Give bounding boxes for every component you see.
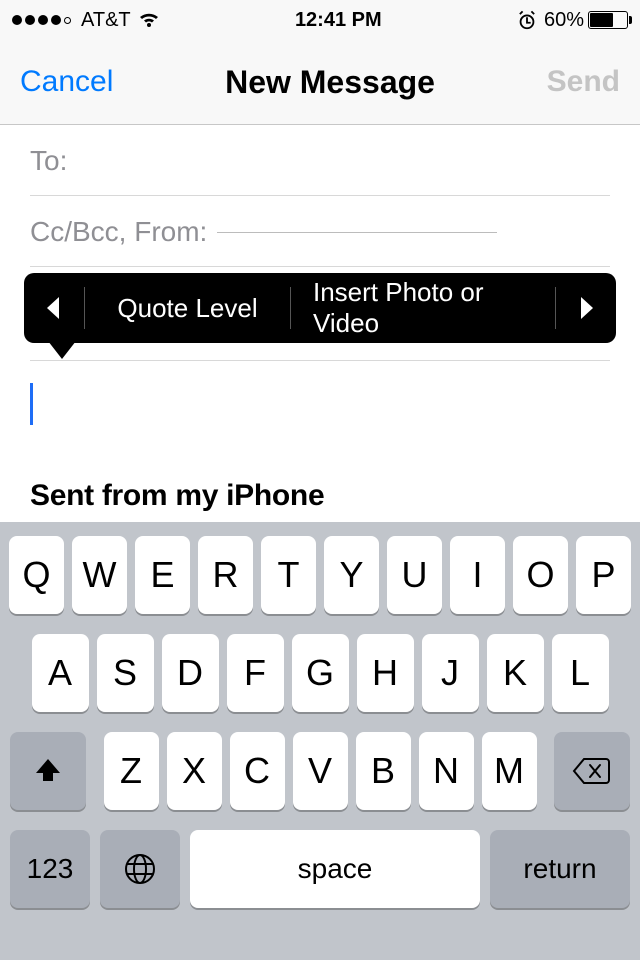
key-o[interactable]: O [513, 536, 568, 614]
key-i[interactable]: I [450, 536, 505, 614]
page-title: New Message [225, 64, 435, 101]
key-b[interactable]: B [356, 732, 411, 810]
keyboard-row-4: 123 space return [6, 830, 634, 908]
battery-percent: 60% [544, 9, 584, 32]
key-m[interactable]: M [482, 732, 537, 810]
popover-caret-icon [48, 341, 76, 359]
key-space[interactable]: space [190, 830, 480, 908]
cancel-button[interactable]: Cancel [20, 65, 113, 99]
clock-label: 12:41 PM [295, 9, 382, 32]
key-s[interactable]: S [97, 634, 154, 712]
cc-bcc-from-field[interactable]: Cc/Bcc, From: [30, 196, 610, 267]
status-right: 60% [516, 9, 628, 32]
key-u[interactable]: U [387, 536, 442, 614]
popover-next-button[interactable] [556, 273, 616, 343]
battery-indicator: 60% [544, 9, 628, 32]
key-v[interactable]: V [293, 732, 348, 810]
battery-icon [588, 11, 628, 29]
text-cursor [30, 383, 33, 425]
triangle-left-icon [44, 295, 64, 321]
send-button[interactable]: Send [547, 65, 620, 99]
key-h[interactable]: H [357, 634, 414, 712]
key-backspace[interactable] [554, 732, 630, 810]
edit-popover: Quote Level Insert Photo or Video [24, 273, 616, 343]
key-f[interactable]: F [227, 634, 284, 712]
carrier-label: AT&T [81, 9, 131, 32]
globe-icon [123, 852, 157, 886]
signal-dots-icon [12, 15, 71, 25]
key-g[interactable]: G [292, 634, 349, 712]
message-body-input[interactable]: Sent from my iPhone [30, 361, 610, 513]
insert-photo-video-button[interactable]: Insert Photo or Video [291, 273, 555, 343]
nav-bar: Cancel New Message Send [0, 40, 640, 125]
subject-field[interactable]: Quote Level Insert Photo or Video [30, 267, 610, 361]
compose-form: To: Cc/Bcc, From: Quote Level Insert Pho… [0, 125, 640, 513]
key-return[interactable]: return [490, 830, 630, 908]
key-r[interactable]: R [198, 536, 253, 614]
alarm-icon [516, 9, 538, 31]
key-e[interactable]: E [135, 536, 190, 614]
keyboard-row-1: Q W E R T Y U I O P [6, 536, 634, 614]
key-x[interactable]: X [167, 732, 222, 810]
backspace-icon [572, 756, 612, 786]
key-n[interactable]: N [419, 732, 474, 810]
status-left: AT&T [12, 9, 161, 32]
to-label: To: [30, 145, 67, 177]
cc-bcc-from-label: Cc/Bcc, From: [30, 216, 207, 248]
status-bar: AT&T 12:41 PM 60% [0, 0, 640, 40]
key-globe[interactable] [100, 830, 180, 908]
key-a[interactable]: A [32, 634, 89, 712]
key-t[interactable]: T [261, 536, 316, 614]
key-c[interactable]: C [230, 732, 285, 810]
quote-level-button[interactable]: Quote Level [85, 273, 290, 343]
from-underline [217, 232, 497, 233]
signature-text: Sent from my iPhone [30, 479, 610, 513]
key-d[interactable]: D [162, 634, 219, 712]
key-z[interactable]: Z [104, 732, 159, 810]
key-w[interactable]: W [72, 536, 127, 614]
keyboard-row-2: A S D F G H J K L [6, 634, 634, 712]
popover-prev-button[interactable] [24, 273, 84, 343]
key-k[interactable]: K [487, 634, 544, 712]
key-j[interactable]: J [422, 634, 479, 712]
to-field[interactable]: To: [30, 125, 610, 196]
key-numbers[interactable]: 123 [10, 830, 90, 908]
keyboard-row-3: Z X C V B N M [6, 732, 634, 810]
keyboard: Q W E R T Y U I O P A S D F G H J K L Z … [0, 522, 640, 960]
wifi-icon [137, 11, 161, 29]
key-q[interactable]: Q [9, 536, 64, 614]
key-p[interactable]: P [576, 536, 631, 614]
key-shift[interactable] [10, 732, 86, 810]
shift-icon [32, 755, 64, 787]
key-l[interactable]: L [552, 634, 609, 712]
key-y[interactable]: Y [324, 536, 379, 614]
triangle-right-icon [576, 295, 596, 321]
